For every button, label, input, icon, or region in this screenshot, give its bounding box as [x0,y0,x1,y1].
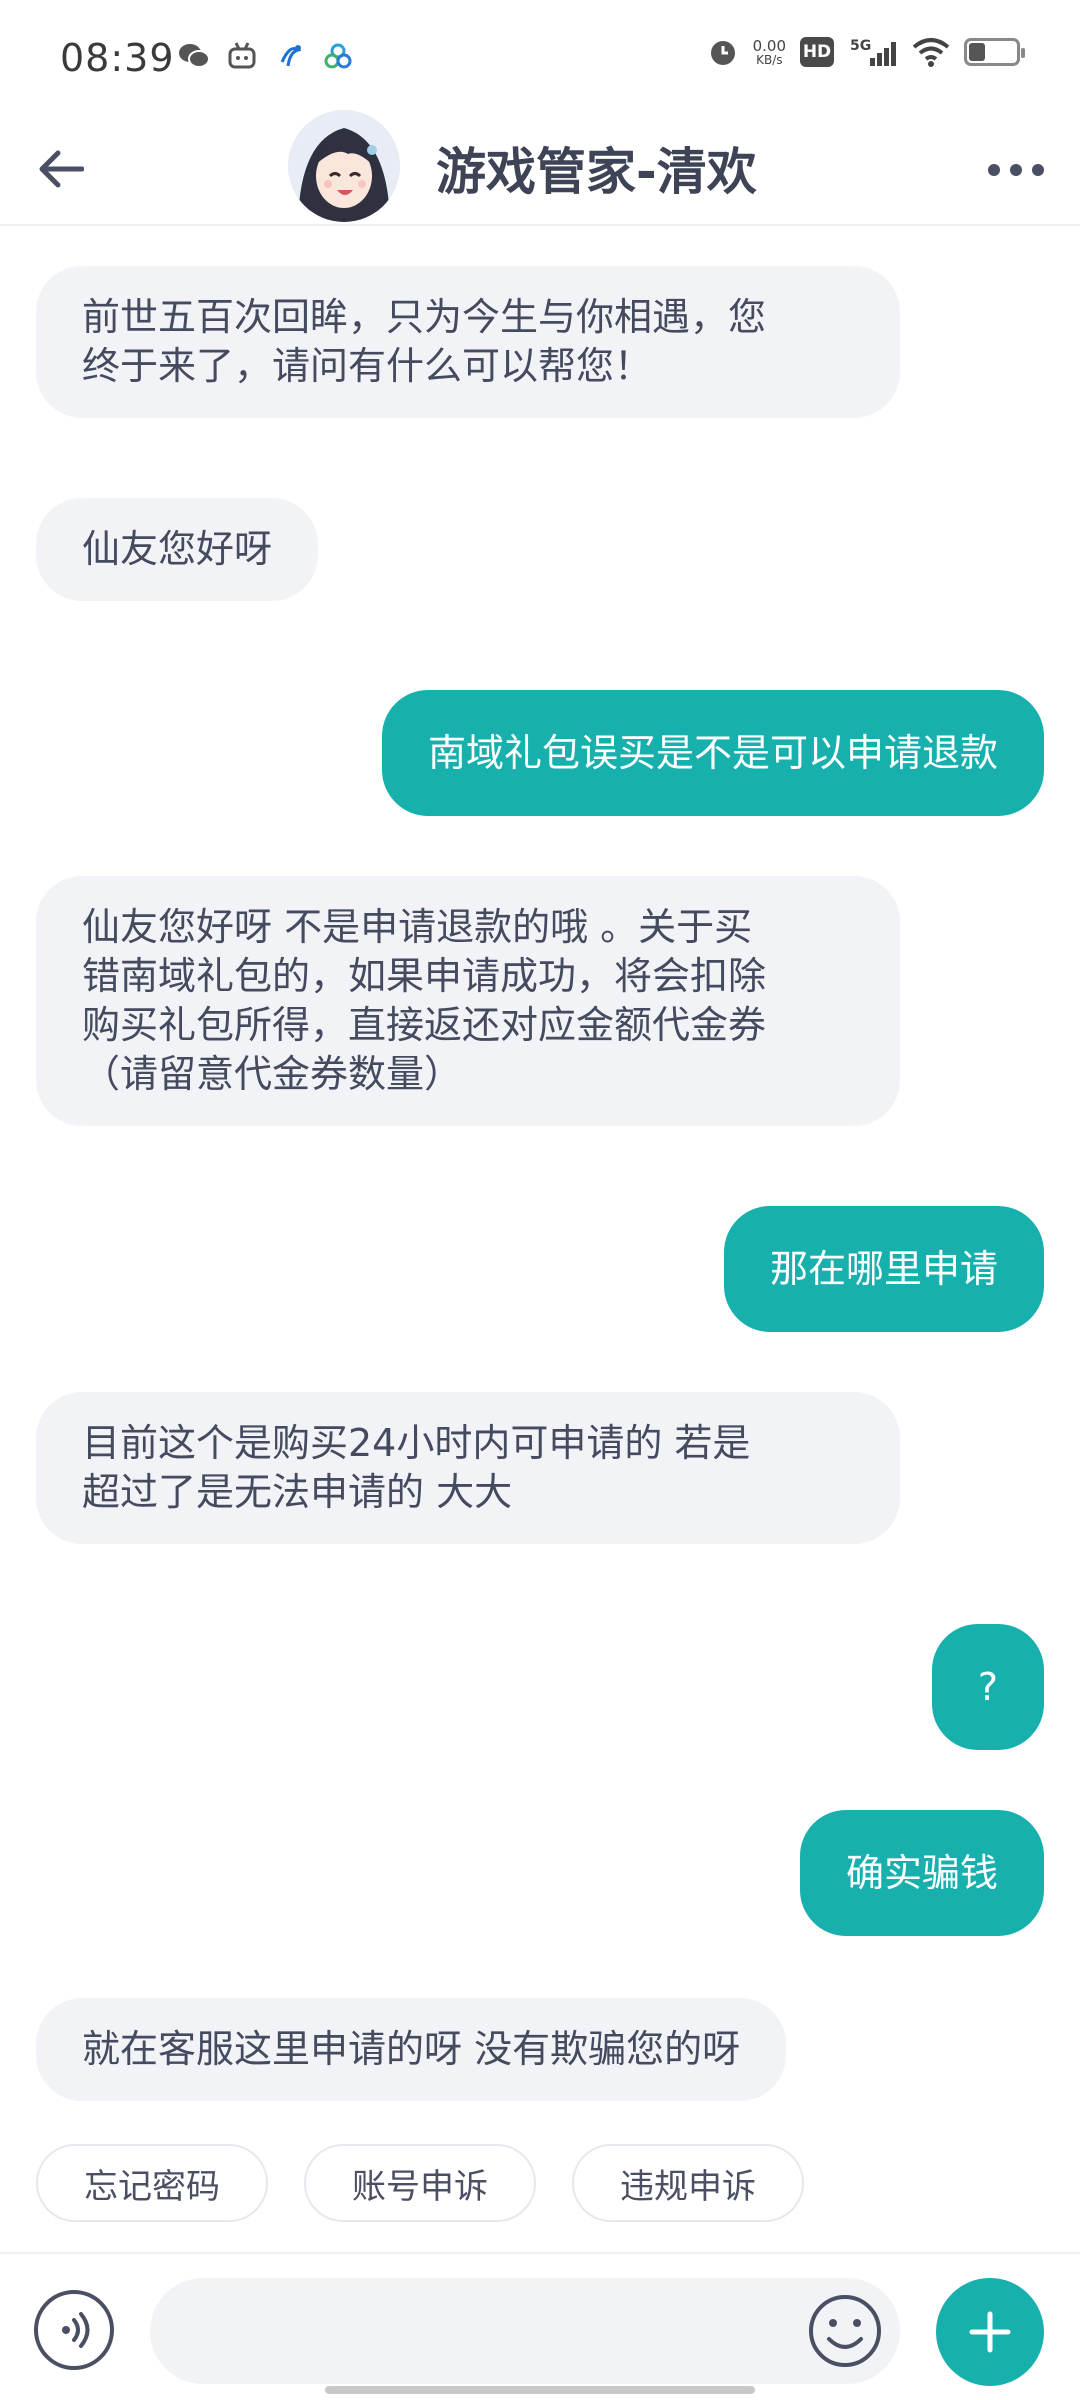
bot-message: 前世五百次回眸，只为今生与你相遇，您 终于来了，请问有什么可以帮您！ [36,266,900,418]
emoji-button[interactable] [806,2292,884,2370]
alarm-icon [707,36,739,68]
message-clip: 就在客服这里申请的呀 没有欺骗您的呀 [0,1990,1080,2114]
user-message: 南域礼包误买是不是可以申请退款 [381,690,1044,816]
message-line: 那在哪里申请 [769,1246,998,1291]
smiley-icon [809,2295,881,2367]
message-line: 南域礼包误买是不是可以申请退款 [427,730,998,775]
quick-reply-forgot-password[interactable]: 忘记密码 [36,2144,268,2222]
wechat-icon [178,40,210,72]
arrow-left-icon [39,150,84,188]
page-title: 游戏管家-清欢 [436,143,757,201]
quick-replies: 忘记密码 账号申诉 违规申诉 [36,2144,804,2222]
status-time: 08:39 [60,36,175,80]
signal-icon: 5G [848,36,898,68]
chat-header: 游戏管家-清欢 [0,110,1080,226]
status-notification-icons [178,40,354,72]
message-line: 购买礼包所得，直接返还对应金额代金券 [82,1003,767,1047]
voice-wave-icon [62,2312,90,2348]
more-options-button[interactable] [976,140,1056,200]
message-line: ? [977,1664,998,1709]
user-message: 确实骗钱 [799,1810,1044,1936]
avatar[interactable] [288,110,400,222]
home-indicator[interactable] [325,2386,755,2394]
message-line: 就在客服这里申请的呀 没有欺骗您的呀 [82,2027,741,2071]
bot-message: 仙友您好呀 [36,498,319,601]
status-system-icons: 0.00 KB/s HD 5G [707,36,1025,68]
network-label: 5G [850,38,871,54]
battery-level [969,43,985,61]
message-line: 仙友您好呀 [82,527,273,571]
net-speed: 0.00 KB/s [753,38,786,67]
net-speed-unit: KB/s [756,52,783,67]
message-line: 确实骗钱 [845,1850,998,1895]
quick-reply-violation-appeal[interactable]: 违规申诉 [572,2144,804,2222]
plus-icon [969,2311,1011,2353]
message-line: 仙友您好呀 不是申请退款的哦 。关于买 [82,905,753,949]
quick-reply-account-appeal[interactable]: 账号申诉 [304,2144,536,2222]
bot-message: 仙友您好呀 不是申请退款的哦 。关于买 错南域礼包的，如果申请成功，将会扣除 购… [36,876,900,1126]
bot-message: 就在客服这里申请的呀 没有欺骗您的呀 [36,1998,787,2101]
cloud-icon [322,40,354,72]
bot-message: 目前这个是购买24小时内可申请的 若是 超过了是无法申请的 大大 [36,1392,900,1544]
anime-avatar-icon [288,110,400,222]
message-line: （请留意代金券数量） [82,1052,463,1096]
composer-bar [0,2252,1080,2400]
status-bar: 08:39 0.00 KB/s HD 5G [0,0,1080,110]
voice-input-button[interactable] [34,2290,114,2370]
back-button[interactable] [26,134,96,204]
bilibili-icon [226,40,258,72]
more-dots-icon [988,164,1000,176]
hd-badge: HD [800,37,834,67]
message-line: 前世五百次回眸，只为今生与你相遇，您 [82,295,767,339]
message-line: 错南域礼包的，如果申请成功，将会扣除 [82,954,767,998]
message-line: 超过了是无法申请的 大大 [82,1470,513,1514]
add-attachment-button[interactable] [936,2278,1044,2386]
battery-icon [964,38,1025,66]
message-line: 终于来了，请问有什么可以帮您！ [82,344,653,388]
wifi-icon [912,36,950,68]
message-input[interactable] [150,2278,900,2384]
message-line: 目前这个是购买24小时内可申请的 若是 [82,1421,751,1465]
telecom-icon [274,40,306,72]
user-message: 那在哪里申请 [723,1206,1044,1332]
net-speed-value: 0.00 [752,36,786,55]
user-message: ? [931,1624,1044,1750]
